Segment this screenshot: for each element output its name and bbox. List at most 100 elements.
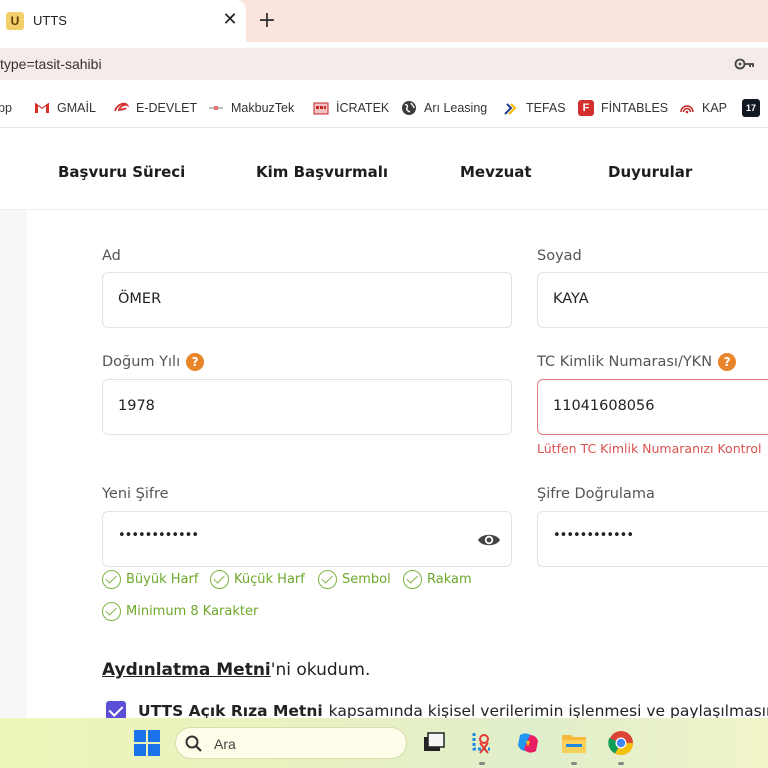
- tefas-icon: [504, 103, 517, 115]
- soyad-label: Soyad: [537, 248, 582, 264]
- bookmark-app[interactable]: pp: [0, 98, 12, 118]
- tc-kimlik-label-text: TC Kimlik Numarası/YKN: [537, 354, 713, 370]
- bookmark-ari-leasing[interactable]: Arı Leasing: [401, 98, 487, 118]
- rule-minimum-8-karakter: Minimum 8 Karakter: [102, 602, 258, 621]
- address-row: type=tasit-sahibi: [0, 42, 768, 86]
- rule-label: Sembol: [342, 572, 391, 587]
- rule-label: Rakam: [427, 572, 472, 587]
- address-bar[interactable]: type=tasit-sahibi: [0, 48, 768, 80]
- search-placeholder: Ara: [214, 736, 236, 752]
- running-indicator: [571, 762, 577, 765]
- bookmark-label: MakbuzTek: [231, 101, 295, 115]
- bookmark-label: FİNTABLES: [601, 101, 669, 115]
- dogum-yili-label: Doğum Yılı?: [102, 353, 205, 371]
- bookmarks-bar: pp GMAİL E-DEVLET MakbuzTek İCRATEK Arı …: [0, 86, 768, 128]
- sifre-dogrulama-input[interactable]: ••••••••••••: [537, 511, 768, 567]
- rule-label: Küçük Harf: [234, 572, 305, 587]
- check-circle-icon: [210, 570, 229, 589]
- edevlet-icon: [114, 102, 129, 112]
- rule-buyuk-harf: Büyük Harf: [102, 570, 198, 589]
- bookmark-makbuztek[interactable]: MakbuzTek: [208, 98, 294, 118]
- kap-icon: [680, 105, 694, 114]
- bookmark-label: GMAİL: [57, 101, 96, 115]
- site-favicon-icon: U: [6, 12, 24, 30]
- bookmark-gmail[interactable]: GMAİL: [34, 98, 96, 118]
- globe-icon: [402, 101, 416, 115]
- tc-kimlik-input[interactable]: 11041608056: [537, 379, 768, 435]
- file-explorer-icon[interactable]: [560, 729, 588, 757]
- bookmark-label: Arı Leasing: [424, 101, 488, 115]
- dogum-yili-label-text: Doğum Yılı: [102, 354, 181, 370]
- bookmark-label: pp: [0, 101, 12, 115]
- nav-basvuru-sureci[interactable]: Başvuru Süreci: [58, 163, 185, 181]
- bookmark-icratek[interactable]: İCRATEK: [313, 98, 389, 118]
- soyad-input[interactable]: KAYA: [537, 272, 768, 328]
- running-indicator: [479, 762, 485, 765]
- check-circle-icon: [403, 570, 422, 589]
- url-text[interactable]: type=tasit-sahibi: [0, 56, 102, 72]
- aydinlatma-metni-link[interactable]: Aydınlatma Metni: [102, 660, 271, 680]
- check-circle-icon: [318, 570, 337, 589]
- icratek-icon: [313, 102, 329, 115]
- snipping-tool-icon[interactable]: [468, 729, 496, 757]
- password-key-icon[interactable]: [734, 55, 756, 73]
- aydinlatma-text: Aydınlatma Metni'ni okudum.: [102, 660, 370, 680]
- yeni-sifre-label: Yeni Şifre: [102, 486, 169, 502]
- browser-tabstrip: U UTTS ✕ +: [0, 0, 768, 42]
- rule-sembol: Sembol: [318, 570, 391, 589]
- dogum-yili-input[interactable]: 1978: [102, 379, 512, 435]
- yeni-sifre-value: ••••••••••••: [118, 528, 199, 543]
- bookmark-label: İCRATEK: [336, 101, 390, 115]
- help-icon[interactable]: ?: [718, 353, 737, 371]
- copilot-icon[interactable]: [514, 729, 542, 757]
- taskbar-search[interactable]: Ara: [175, 727, 407, 759]
- bookmark-tefas[interactable]: TEFAS: [503, 98, 566, 118]
- bookmark-label: E-DEVLET: [136, 101, 198, 115]
- tc-kimlik-value: 11041608056: [553, 398, 655, 414]
- sifre-dogrulama-value: ••••••••••••: [553, 528, 634, 543]
- check-circle-icon: [102, 602, 121, 621]
- search-icon: [185, 735, 202, 752]
- site-navigation: Başvuru Süreci Kim Başvurmalı Mevzuat Du…: [0, 128, 768, 210]
- bookmark-fintables[interactable]: F FİNTABLES: [578, 98, 668, 118]
- tab-title: UTTS: [33, 13, 67, 28]
- ad-input[interactable]: ÖMER: [102, 272, 512, 328]
- new-tab-button[interactable]: +: [254, 8, 280, 34]
- bookmark-kap[interactable]: KAP: [679, 98, 727, 118]
- soyad-value: KAYA: [553, 291, 589, 307]
- rule-label: Minimum 8 Karakter: [126, 604, 259, 619]
- chrome-icon[interactable]: [607, 729, 635, 757]
- makbuztek-icon: [209, 106, 223, 110]
- gmail-icon: [34, 102, 50, 113]
- yeni-sifre-input[interactable]: ••••••••••••: [102, 511, 512, 567]
- bookmark-label: TEFAS: [526, 101, 566, 115]
- windows-start-icon[interactable]: [134, 730, 160, 756]
- ad-label: Ad: [102, 248, 121, 264]
- show-password-eye-icon[interactable]: [477, 529, 501, 551]
- windows-taskbar: Ara: [0, 718, 768, 768]
- rule-rakam: Rakam: [403, 570, 472, 589]
- nav-kim-basvurmali[interactable]: Kim Başvurmalı: [256, 163, 388, 181]
- rule-label: Büyük Harf: [126, 572, 199, 587]
- ad-value: ÖMER: [118, 291, 162, 307]
- bookmark-label: KAP: [702, 101, 728, 115]
- aydinlatma-rest: 'ni okudum.: [270, 660, 371, 680]
- tab-close-icon[interactable]: ✕: [219, 9, 241, 31]
- tc-kimlik-label: TC Kimlik Numarası/YKN?: [537, 353, 737, 371]
- check-circle-icon: [102, 570, 121, 589]
- left-margin-strip: [0, 210, 27, 718]
- nav-duyurular[interactable]: Duyurular: [608, 163, 692, 181]
- sifre-dogrulama-label: Şifre Doğrulama: [537, 486, 655, 502]
- bookmark-edevlet[interactable]: E-DEVLET: [113, 98, 197, 118]
- running-indicator: [618, 762, 624, 765]
- help-icon[interactable]: ?: [186, 353, 205, 371]
- nav-mevzuat[interactable]: Mevzuat: [460, 163, 532, 181]
- tc-kimlik-error: Lütfen TC Kimlik Numaranızı Kontrol: [537, 441, 762, 456]
- browser-tab[interactable]: U UTTS ✕: [0, 0, 246, 42]
- task-view-icon[interactable]: [420, 729, 448, 757]
- bookmark-tradingview[interactable]: 17: [742, 98, 767, 118]
- rule-kucuk-harf: Küçük Harf: [210, 570, 305, 589]
- tradingview-icon: 17: [742, 99, 760, 117]
- dogum-yili-value: 1978: [118, 398, 155, 414]
- fintables-icon: F: [578, 100, 594, 116]
